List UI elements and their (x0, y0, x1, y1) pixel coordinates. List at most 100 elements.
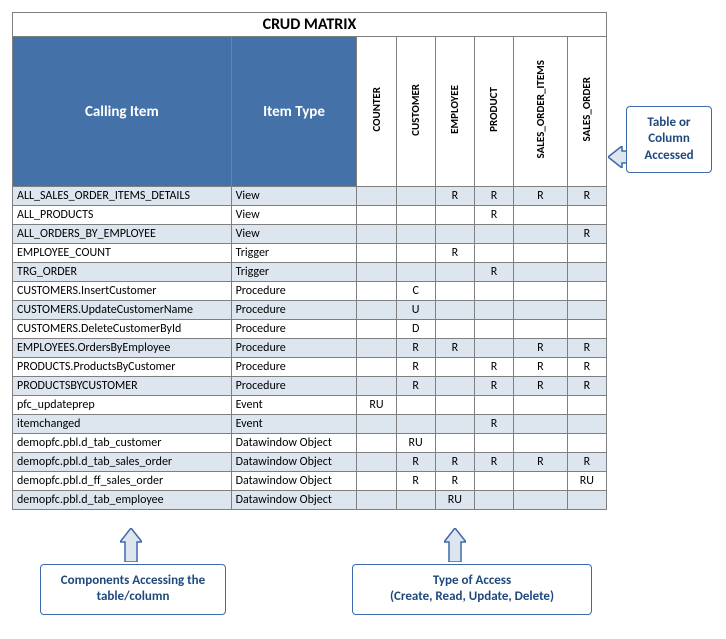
cell-access: R (514, 339, 568, 358)
table-row: demopfc.pbl.d_tab_sales_orderDatawindow … (13, 453, 607, 472)
cell-access (514, 491, 568, 510)
table-row: itemchangedEvent R (13, 415, 607, 434)
cell-item-type: Datawindow Object (231, 434, 357, 453)
cell-access (514, 301, 568, 320)
cell-access (474, 320, 513, 339)
cell-item-type: Procedure (231, 320, 357, 339)
header-col-product: PRODUCT (474, 37, 513, 187)
header-row: Calling Item Item Type COUNTER CUSTOMER … (13, 37, 607, 187)
cell-access (435, 282, 474, 301)
cell-item-type: Procedure (231, 282, 357, 301)
cell-access: C (396, 282, 435, 301)
cell-access (357, 282, 396, 301)
cell-access (396, 206, 435, 225)
cell-access (474, 339, 513, 358)
cell-access: R (435, 244, 474, 263)
cell-access (435, 263, 474, 282)
cell-item-type: View (231, 187, 357, 206)
header-col-customer: CUSTOMER (396, 37, 435, 187)
table-row: pfc_updateprepEventRU (13, 396, 607, 415)
cell-access (396, 225, 435, 244)
cell-item-type: View (231, 206, 357, 225)
cell-calling-item: demopfc.pbl.d_tab_employee (13, 491, 232, 510)
cell-item-type: Datawindow Object (231, 453, 357, 472)
cell-item-type: Datawindow Object (231, 491, 357, 510)
cell-access (567, 491, 606, 510)
cell-access (435, 396, 474, 415)
cell-access (357, 377, 396, 396)
cell-calling-item: PRODUCTSBYCUSTOMER (13, 377, 232, 396)
cell-access (514, 320, 568, 339)
cell-access: R (474, 415, 513, 434)
cell-access (514, 396, 568, 415)
cell-access: R (567, 187, 606, 206)
cell-access (514, 434, 568, 453)
crud-matrix-table: CRUD MATRIX Calling Item Item Type COUNT… (12, 12, 607, 510)
table-row: CUSTOMERS.InsertCustomerProcedure C (13, 282, 607, 301)
cell-access (396, 491, 435, 510)
table-row: CUSTOMERS.DeleteCustomerByIdProcedureD (13, 320, 607, 339)
cell-access (357, 244, 396, 263)
cell-access (396, 415, 435, 434)
cell-access: RU (567, 472, 606, 491)
cell-access: R (396, 453, 435, 472)
cell-access (435, 206, 474, 225)
cell-calling-item: CUSTOMERS.InsertCustomer (13, 282, 232, 301)
cell-access: R (435, 472, 474, 491)
table-row: PRODUCTS.ProductsByCustomerProcedureRRRR (13, 358, 607, 377)
cell-access (474, 225, 513, 244)
cell-access: R (396, 377, 435, 396)
cell-access: R (567, 225, 606, 244)
cell-item-type: Event (231, 415, 357, 434)
cell-access (357, 472, 396, 491)
cell-access: R (474, 263, 513, 282)
cell-calling-item: EMPLOYEE_COUNT (13, 244, 232, 263)
cell-item-type: Procedure (231, 301, 357, 320)
cell-access: R (567, 377, 606, 396)
cell-calling-item: itemchanged (13, 415, 232, 434)
cell-access: R (435, 187, 474, 206)
cell-access (357, 320, 396, 339)
cell-access (474, 472, 513, 491)
cell-access (357, 453, 396, 472)
cell-calling-item: pfc_updateprep (13, 396, 232, 415)
cell-calling-item: ALL_ORDERS_BY_EMPLOYEE (13, 225, 232, 244)
header-item-type: Item Type (231, 37, 357, 187)
cell-access (357, 206, 396, 225)
cell-access (357, 225, 396, 244)
table-row: ALL_ORDERS_BY_EMPLOYEEViewR (13, 225, 607, 244)
cell-access: RU (396, 434, 435, 453)
cell-access (357, 415, 396, 434)
cell-access (514, 263, 568, 282)
cell-item-type: Event (231, 396, 357, 415)
cell-item-type: Trigger (231, 263, 357, 282)
cell-access (396, 244, 435, 263)
cell-access (396, 396, 435, 415)
cell-calling-item: TRG_ORDER (13, 263, 232, 282)
cell-access (435, 320, 474, 339)
cell-access: R (514, 453, 568, 472)
cell-access: R (435, 339, 474, 358)
cell-access (474, 301, 513, 320)
header-col-counter: COUNTER (357, 37, 396, 187)
cell-access: R (474, 187, 513, 206)
cell-access: R (396, 358, 435, 377)
cell-access: R (514, 358, 568, 377)
cell-access (567, 244, 606, 263)
cell-access (435, 225, 474, 244)
cell-access (396, 263, 435, 282)
cell-access: R (567, 358, 606, 377)
cell-access (357, 187, 396, 206)
cell-calling-item: PRODUCTS.ProductsByCustomer (13, 358, 232, 377)
cell-access (567, 396, 606, 415)
cell-access: R (396, 339, 435, 358)
cell-item-type: Procedure (231, 377, 357, 396)
table-row: TRG_ORDERTrigger R (13, 263, 607, 282)
cell-access: R (567, 453, 606, 472)
cell-access (474, 491, 513, 510)
cell-access (514, 282, 568, 301)
cell-access: R (514, 187, 568, 206)
header-col-employee: EMPLOYEE (435, 37, 474, 187)
cell-access (514, 225, 568, 244)
table-row: PRODUCTSBYCUSTOMERProcedureRRRR (13, 377, 607, 396)
